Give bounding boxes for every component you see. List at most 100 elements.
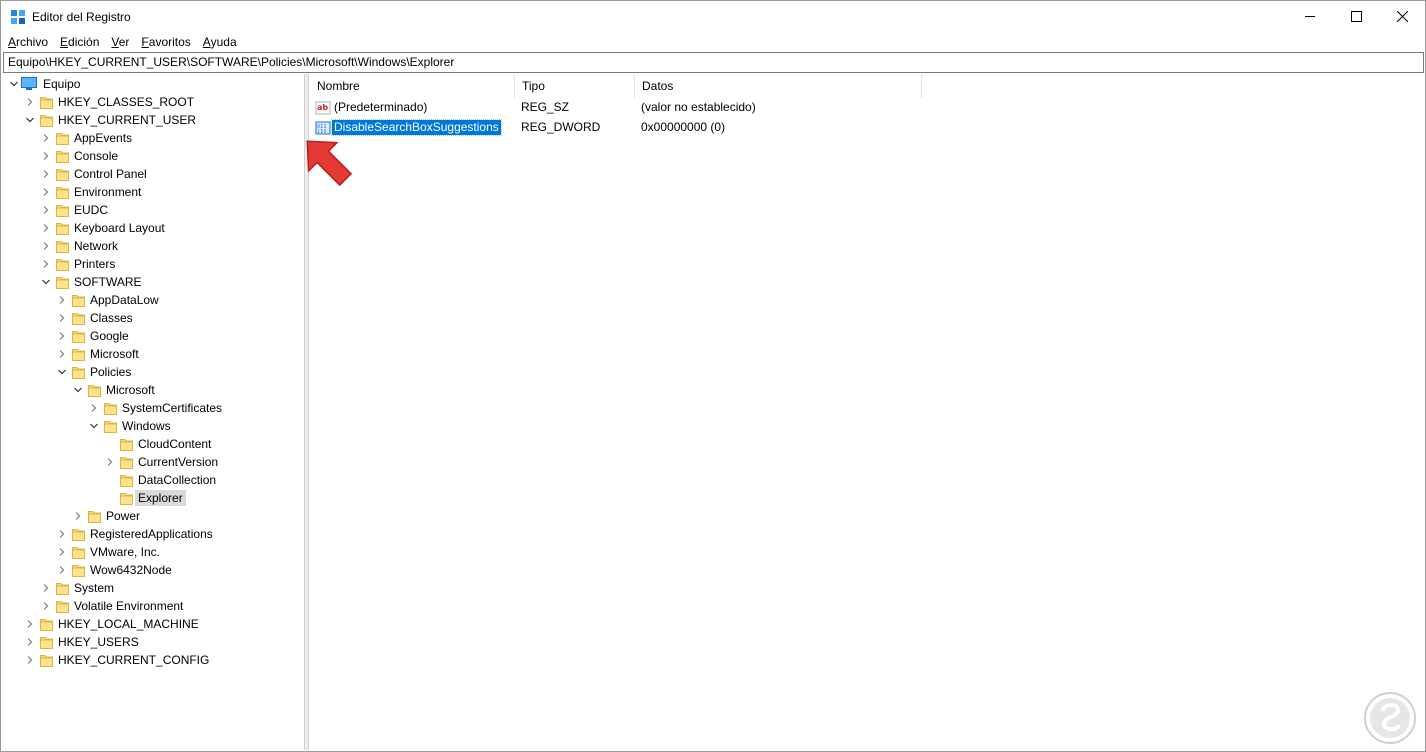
tree-item-label: SOFTWARE bbox=[74, 275, 142, 289]
red-pointer-arrow-icon bbox=[297, 131, 357, 191]
tree-item[interactable]: Google bbox=[3, 327, 303, 345]
chevron-right-icon[interactable] bbox=[41, 205, 51, 215]
close-button[interactable] bbox=[1379, 1, 1425, 32]
menu-ayuda[interactable]: Ayuda bbox=[196, 33, 242, 51]
folder-icon bbox=[120, 455, 133, 469]
tree-item[interactable]: EUDC bbox=[3, 201, 303, 219]
minimize-button[interactable] bbox=[1287, 1, 1333, 32]
chevron-right-icon[interactable] bbox=[41, 133, 51, 143]
tree-item[interactable]: AppEvents bbox=[3, 129, 303, 147]
chevron-down-icon[interactable] bbox=[25, 115, 35, 125]
tree-item[interactable]: VMware, Inc. bbox=[3, 543, 303, 561]
tree-item-label: Microsoft bbox=[106, 383, 155, 397]
folder-icon bbox=[56, 149, 69, 163]
tree-hkey-current-config[interactable]: HKEY_CURRENT_CONFIG bbox=[3, 651, 303, 669]
chevron-right-icon[interactable] bbox=[41, 223, 51, 233]
folder-icon bbox=[88, 383, 101, 397]
tree-item[interactable]: Windows bbox=[3, 417, 303, 435]
column-header-tipo[interactable]: Tipo bbox=[515, 74, 635, 98]
tree-item[interactable]: AppDataLow bbox=[3, 291, 303, 309]
values-list-pane[interactable]: Nombre Tipo Datos ab (Predeterminado) RE… bbox=[310, 74, 1424, 750]
chevron-right-icon[interactable] bbox=[41, 241, 51, 251]
chevron-down-icon[interactable] bbox=[57, 367, 67, 377]
tree-item-label: HKEY_USERS bbox=[58, 635, 139, 649]
chevron-right-icon[interactable] bbox=[25, 637, 35, 647]
chevron-right-icon[interactable] bbox=[25, 655, 35, 665]
maximize-button[interactable] bbox=[1333, 1, 1379, 32]
tree-item-selected[interactable]: Explorer bbox=[3, 489, 303, 507]
tree-hkey-local-machine[interactable]: HKEY_LOCAL_MACHINE bbox=[3, 615, 303, 633]
chevron-right-icon[interactable] bbox=[57, 565, 67, 575]
tree-item[interactable]: Keyboard Layout bbox=[3, 219, 303, 237]
tree-item[interactable]: Control Panel bbox=[3, 165, 303, 183]
chevron-right-icon[interactable] bbox=[25, 619, 35, 629]
chevron-right-icon[interactable] bbox=[25, 97, 35, 107]
tree-hkey-users[interactable]: HKEY_USERS bbox=[3, 633, 303, 651]
menu-edicion[interactable]: Edición bbox=[53, 33, 104, 51]
tree-item[interactable]: Classes bbox=[3, 309, 303, 327]
chevron-down-icon[interactable] bbox=[41, 277, 51, 287]
chevron-right-icon[interactable] bbox=[57, 349, 67, 359]
chevron-right-icon[interactable] bbox=[41, 169, 51, 179]
chevron-right-icon[interactable] bbox=[57, 529, 67, 539]
tree-item-label: Classes bbox=[90, 311, 133, 325]
tree-item-label: HKEY_CLASSES_ROOT bbox=[58, 95, 195, 109]
tree-item-label: AppDataLow bbox=[90, 293, 159, 307]
value-row[interactable]: ab (Predeterminado) REG_SZ (valor no est… bbox=[310, 98, 1424, 117]
column-header-nombre[interactable]: Nombre bbox=[310, 74, 515, 98]
folder-icon bbox=[56, 239, 69, 253]
tree-item-label: Environment bbox=[74, 185, 142, 199]
column-header-datos[interactable]: Datos bbox=[635, 74, 922, 98]
chevron-right-icon[interactable] bbox=[57, 313, 67, 323]
chevron-right-icon[interactable] bbox=[57, 547, 67, 557]
folder-icon bbox=[56, 599, 69, 613]
tree-item[interactable]: SystemCertificates bbox=[3, 399, 303, 417]
key-tree-pane[interactable]: Equipo HKEY_CLASSES_ROOT HKEY_CURRENT_USER… bbox=[3, 74, 304, 750]
tree-item-label: Policies bbox=[90, 365, 132, 379]
title-bar: Editor del Registro bbox=[1, 1, 1425, 32]
chevron-right-icon[interactable] bbox=[41, 601, 51, 611]
chevron-right-icon[interactable] bbox=[41, 151, 51, 161]
tree-item[interactable]: CurrentVersion bbox=[3, 453, 303, 471]
value-name: DisableSearchBoxSuggestions bbox=[331, 119, 502, 136]
tree-root-equipo[interactable]: Equipo bbox=[3, 75, 303, 93]
folder-icon bbox=[40, 653, 53, 667]
chevron-right-icon[interactable] bbox=[41, 583, 51, 593]
menu-favoritos[interactable]: Favoritos bbox=[134, 33, 195, 51]
tree-item[interactable]: Network bbox=[3, 237, 303, 255]
tree-hkey-classes-root[interactable]: HKEY_CLASSES_ROOT bbox=[3, 93, 303, 111]
chevron-right-icon[interactable] bbox=[57, 295, 67, 305]
chevron-down-icon[interactable] bbox=[73, 385, 83, 395]
tree-item[interactable]: SOFTWARE bbox=[3, 273, 303, 291]
tree-item-label: CloudContent bbox=[138, 437, 212, 451]
window-title: Editor del Registro bbox=[32, 10, 131, 24]
chevron-right-icon[interactable] bbox=[41, 259, 51, 269]
tree-item[interactable]: Printers bbox=[3, 255, 303, 273]
tree-item[interactable]: CloudContent bbox=[3, 435, 303, 453]
menu-ver[interactable]: Ver bbox=[104, 33, 134, 51]
menu-archivo[interactable]: Archivo bbox=[1, 33, 53, 51]
tree-item-label: SystemCertificates bbox=[122, 401, 223, 415]
address-bar[interactable]: Equipo\HKEY_CURRENT_USER\SOFTWARE\Polici… bbox=[3, 52, 1424, 73]
chevron-down-icon[interactable] bbox=[89, 421, 99, 431]
tree-item[interactable]: DataCollection bbox=[3, 471, 303, 489]
chevron-right-icon[interactable] bbox=[41, 187, 51, 197]
tree-item[interactable]: Policies bbox=[3, 363, 303, 381]
chevron-right-icon[interactable] bbox=[89, 403, 99, 413]
chevron-down-icon[interactable] bbox=[9, 79, 19, 89]
tree-item[interactable]: Power bbox=[3, 507, 303, 525]
tree-item[interactable]: Microsoft bbox=[3, 345, 303, 363]
tree-item[interactable]: System bbox=[3, 579, 303, 597]
tree-item[interactable]: RegisteredApplications bbox=[3, 525, 303, 543]
tree-hkey-current-user[interactable]: HKEY_CURRENT_USER bbox=[3, 111, 303, 129]
value-row-selected[interactable]: 011 110 DisableSearchBoxSuggestions REG_… bbox=[310, 118, 1424, 137]
chevron-right-icon[interactable] bbox=[73, 511, 83, 521]
chevron-right-icon[interactable] bbox=[57, 331, 67, 341]
tree-item-label: Equipo bbox=[43, 77, 81, 91]
chevron-right-icon[interactable] bbox=[105, 457, 115, 467]
tree-item[interactable]: Volatile Environment bbox=[3, 597, 303, 615]
tree-item[interactable]: Environment bbox=[3, 183, 303, 201]
tree-item[interactable]: Wow6432Node bbox=[3, 561, 303, 579]
tree-item[interactable]: Microsoft bbox=[3, 381, 303, 399]
tree-item[interactable]: Console bbox=[3, 147, 303, 165]
